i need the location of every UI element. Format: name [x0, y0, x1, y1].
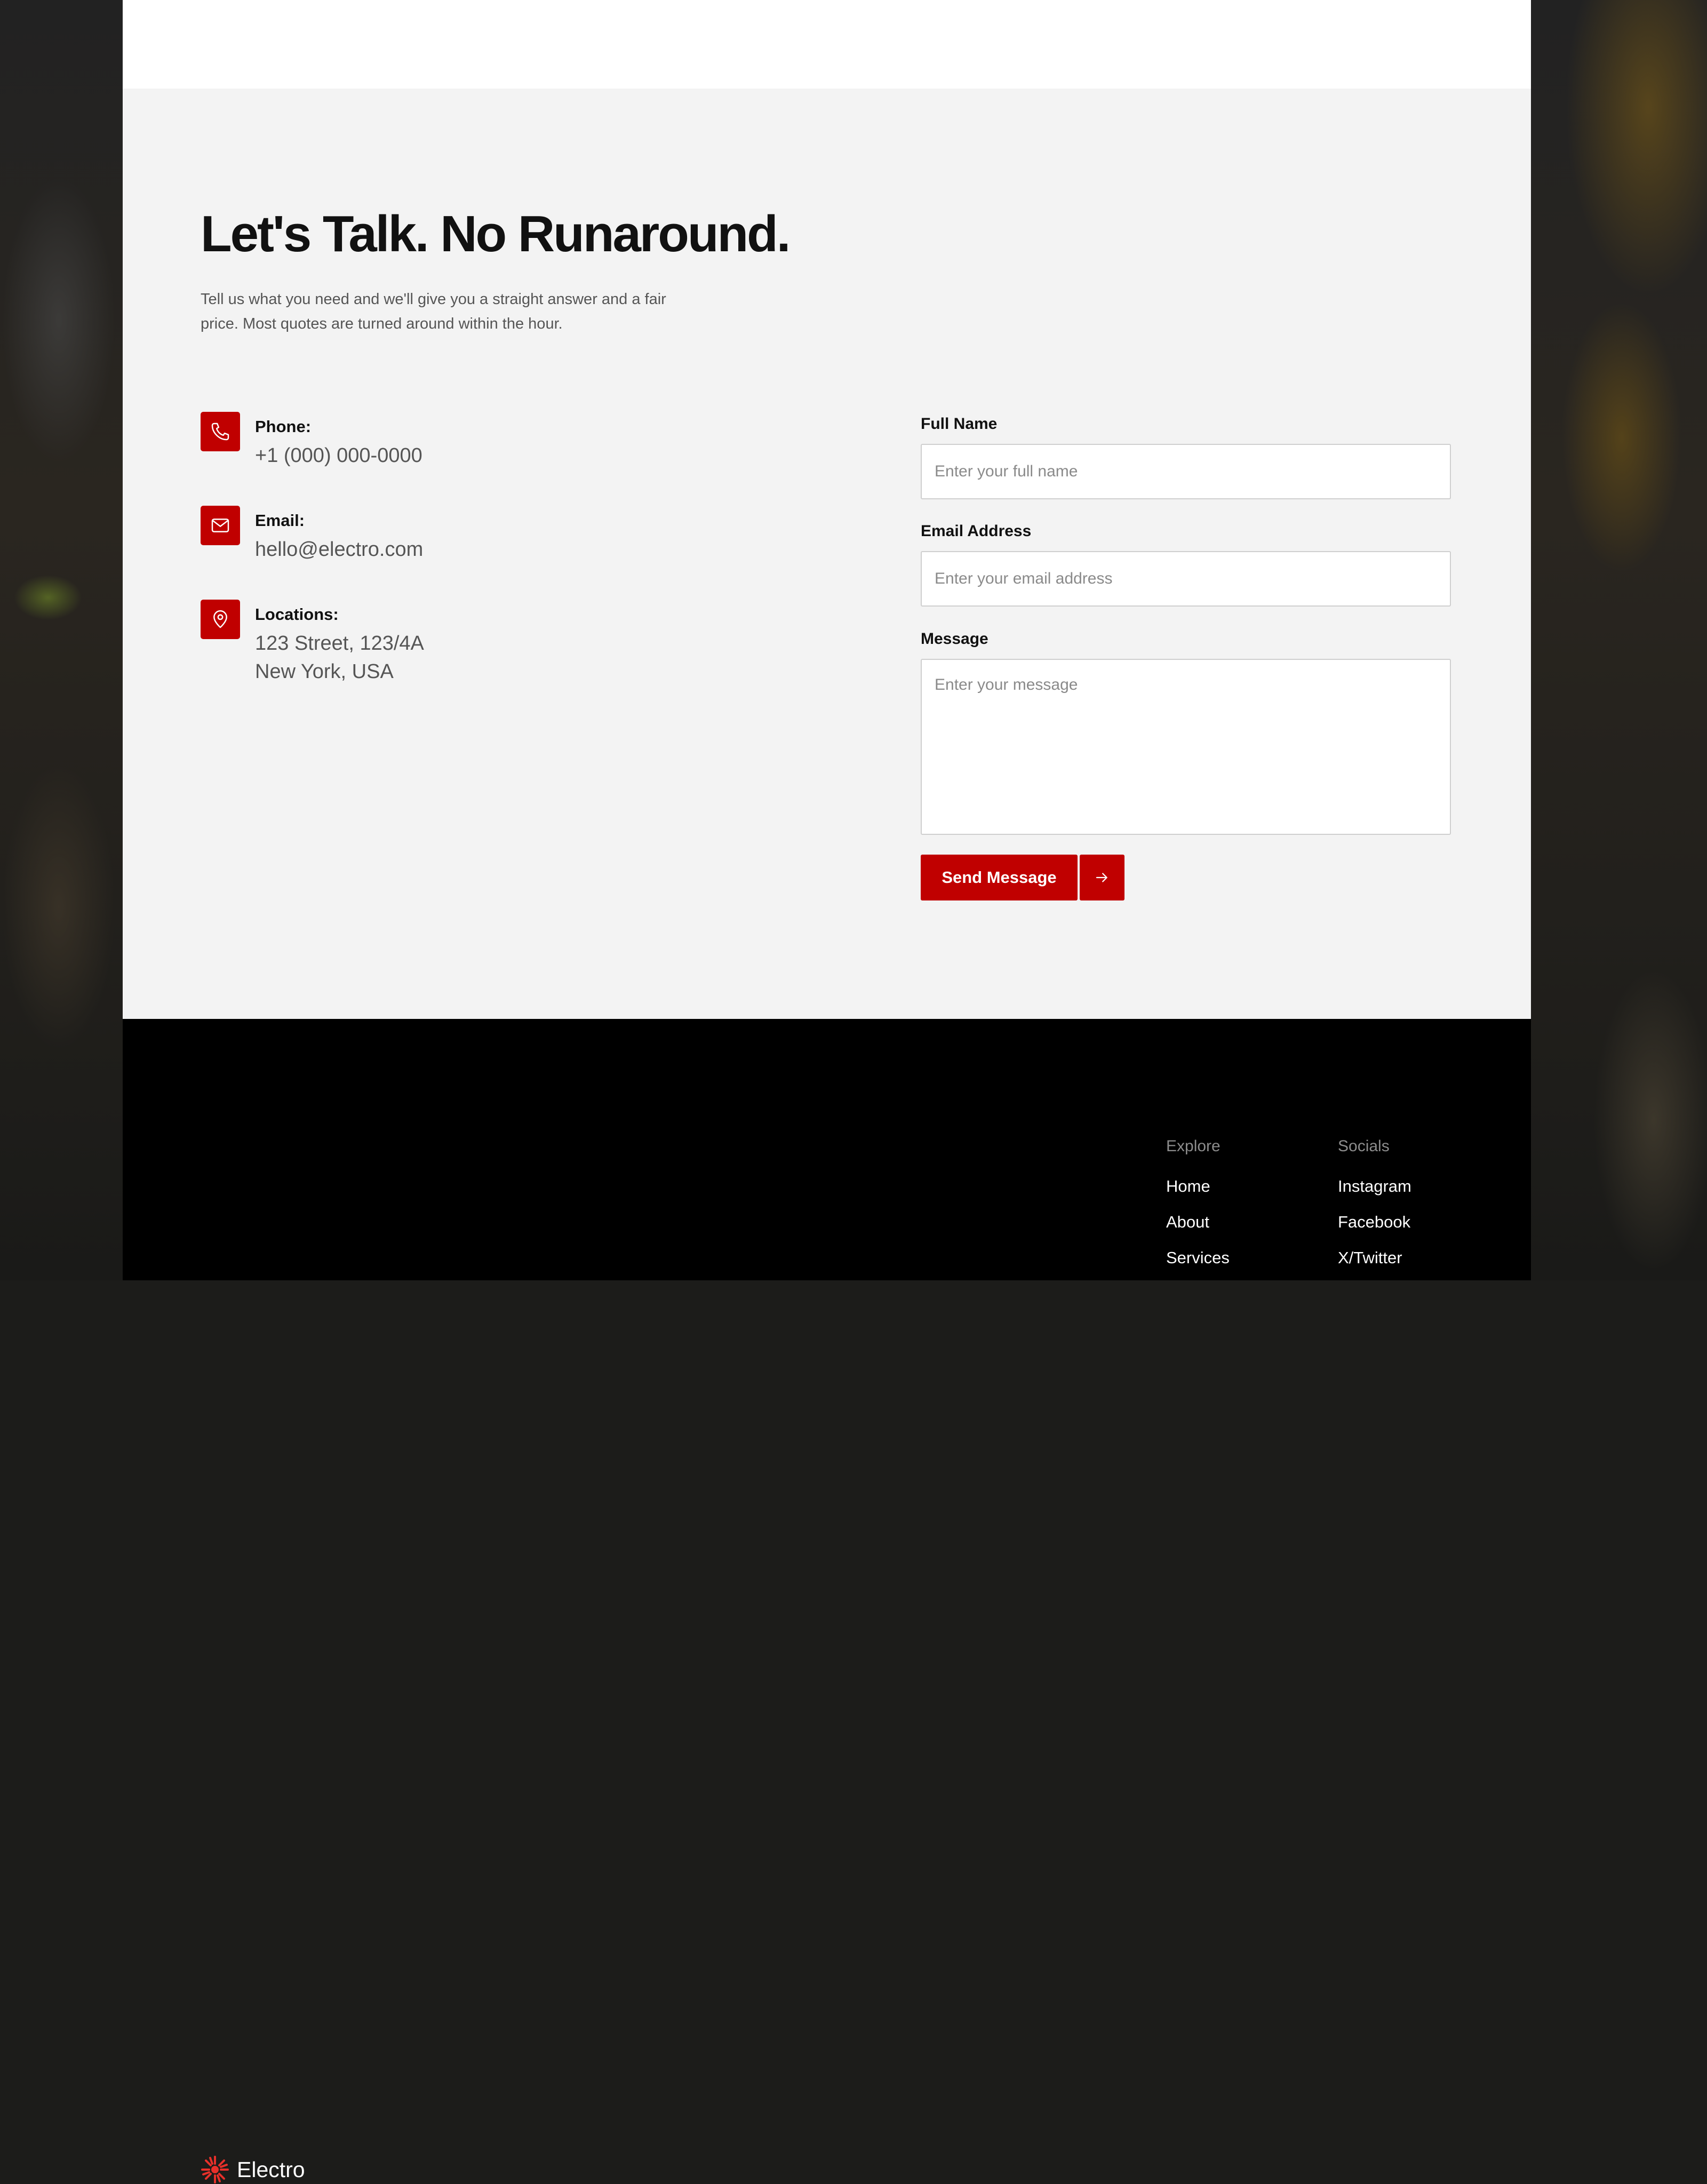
footer-link-about[interactable]: About	[1166, 1213, 1209, 1232]
footer-explore-heading: Explore	[1166, 1137, 1221, 1155]
message-textarea[interactable]	[921, 659, 1451, 835]
email-address-input[interactable]	[921, 551, 1451, 607]
location-line-1: 123 Street, 123/4A	[255, 632, 424, 655]
contact-heading: Let's Talk. No Runaround.	[201, 205, 791, 262]
phone-label: Phone:	[255, 417, 312, 436]
footer-link-x-twitter[interactable]: X/Twitter	[1338, 1248, 1402, 1268]
brand-name: Electro	[237, 2157, 305, 2182]
send-message-button[interactable]: Send Message	[921, 855, 1078, 900]
site-footer: Electro Explore Home About Services Soci…	[123, 1019, 1531, 2183]
arrow-right-icon	[1096, 873, 1107, 882]
phone-icon	[201, 412, 240, 451]
location-line-2: New York, USA	[255, 660, 394, 683]
footer-socials-heading: Socials	[1338, 1137, 1390, 1155]
contact-section: Let's Talk. No Runaround. Tell us what y…	[123, 89, 1531, 1019]
mail-icon	[201, 506, 240, 545]
contact-intro: Tell us what you need and we'll give you…	[201, 291, 666, 332]
send-arrow-button[interactable]	[1080, 855, 1124, 900]
email-address-label: Email Address	[921, 522, 1032, 540]
email-link[interactable]: hello@electro.com	[255, 536, 423, 564]
full-name-input[interactable]	[921, 444, 1451, 499]
footer-link-instagram[interactable]: Instagram	[1338, 1177, 1411, 1196]
footer-link-facebook[interactable]: Facebook	[1338, 1213, 1410, 1232]
page-frame: Let's Talk. No Runaround. Tell us what y…	[123, 0, 1531, 2183]
phone-link[interactable]: +1 (000) 000-0000	[255, 442, 422, 470]
email-label: Email:	[255, 511, 305, 530]
footer-link-home[interactable]: Home	[1166, 1177, 1210, 1196]
sunburst-logo-icon	[201, 2156, 229, 2183]
location-label: Locations:	[255, 605, 339, 624]
map-pin-icon	[201, 600, 240, 639]
footer-brand[interactable]: Electro	[201, 2155, 305, 2184]
full-name-label: Full Name	[921, 415, 998, 433]
message-label: Message	[921, 630, 988, 648]
location-address: 123 Street, 123/4A New York, USA	[255, 629, 424, 686]
footer-link-services[interactable]: Services	[1166, 1248, 1230, 1268]
